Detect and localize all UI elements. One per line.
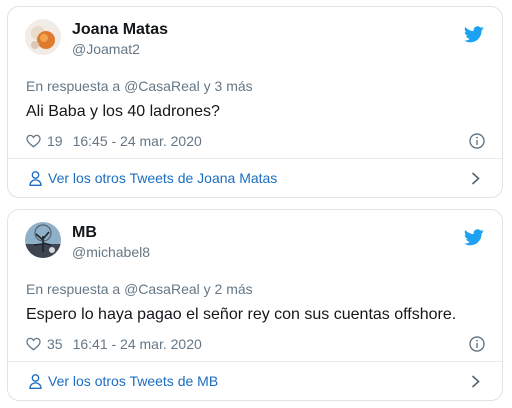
avatar[interactable] <box>25 19 61 55</box>
reply-to-link[interactable]: @CasaReal <box>124 281 200 297</box>
info-icon[interactable] <box>469 336 485 352</box>
user-icon <box>29 171 42 186</box>
twitter-bird-icon[interactable] <box>464 26 484 43</box>
user-icon <box>29 374 42 389</box>
heart-icon[interactable] <box>26 337 41 351</box>
tweet-meta: 35 16:41 - 24 mar. 2020 <box>26 335 202 353</box>
reply-suffix: y 3 más <box>199 78 253 94</box>
avatar[interactable] <box>25 222 61 258</box>
reply-context: En respuesta a @CasaReal y 2 más <box>26 281 253 297</box>
more-tweets-link[interactable]: Ver los otros Tweets de Joana Matas <box>8 159 502 197</box>
user-handle[interactable]: @Joamat2 <box>72 41 140 57</box>
reply-to-link[interactable]: @CasaReal <box>124 78 200 94</box>
timestamp[interactable]: 16:45 - 24 mar. 2020 <box>73 133 202 149</box>
more-tweets-label[interactable]: Ver los otros Tweets de Joana Matas <box>48 170 277 186</box>
timestamp[interactable]: 16:41 - 24 mar. 2020 <box>73 336 202 352</box>
reply-prefix: En respuesta a <box>26 78 125 94</box>
heart-icon[interactable] <box>26 134 41 148</box>
twitter-bird-icon[interactable] <box>464 229 484 246</box>
reply-context: En respuesta a @CasaReal y 3 más <box>26 78 253 94</box>
chevron-right-icon[interactable] <box>471 375 480 388</box>
tweet-text: Ali Baba y los 40 ladrones? <box>26 103 220 120</box>
tweet-card: MB @michabel8 En respuesta a @CasaReal y… <box>7 209 503 401</box>
display-name[interactable]: MB <box>72 224 97 242</box>
user-handle[interactable]: @michabel8 <box>72 244 150 260</box>
tweet-text: Espero lo haya pagao el señor rey con su… <box>26 306 457 323</box>
chevron-right-icon[interactable] <box>471 172 480 185</box>
reply-prefix: En respuesta a <box>26 281 125 297</box>
like-count[interactable]: 19 <box>47 133 63 149</box>
info-icon[interactable] <box>469 133 485 149</box>
more-tweets-label[interactable]: Ver los otros Tweets de MB <box>48 373 218 389</box>
tweet-meta: 19 16:45 - 24 mar. 2020 <box>26 132 202 150</box>
tweet-card: Joana Matas @Joamat2 En respuesta a @Cas… <box>7 6 503 198</box>
like-count[interactable]: 35 <box>47 336 63 352</box>
more-tweets-link[interactable]: Ver los otros Tweets de MB <box>8 362 502 400</box>
reply-suffix: y 2 más <box>199 281 253 297</box>
display-name[interactable]: Joana Matas <box>72 21 168 39</box>
